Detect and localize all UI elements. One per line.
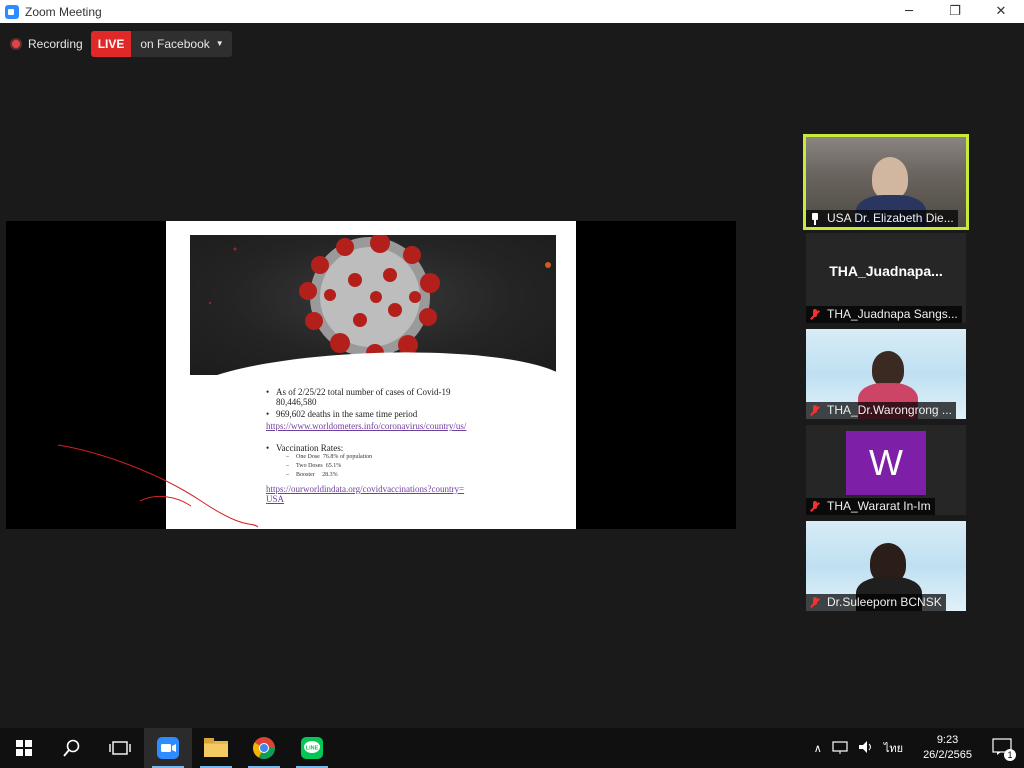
window-controls: ─ ❐ ✕ bbox=[886, 0, 1024, 23]
participant-name: THA_Juadnapa Sangs... bbox=[827, 307, 958, 321]
participant-name-bar: THA_Dr.Warongrong ... bbox=[806, 402, 956, 419]
taskbar-file-explorer[interactable] bbox=[192, 728, 240, 768]
bullet-deaths: • 969,602 deaths in the same time period bbox=[266, 409, 418, 419]
mic-muted-icon bbox=[809, 404, 821, 417]
restore-button[interactable]: ❐ bbox=[932, 0, 978, 23]
mic-muted-icon bbox=[809, 308, 821, 321]
task-view-button[interactable] bbox=[96, 728, 144, 768]
shared-screen: • As of 2/25/22 total number of cases of … bbox=[6, 221, 736, 529]
participant-name-bar: THA_Wararat In-Im bbox=[806, 498, 935, 515]
ourworldindata-link-cont[interactable]: USA bbox=[266, 494, 566, 504]
participant-tile-warongrong[interactable]: THA_Dr.Warongrong ... bbox=[806, 329, 966, 419]
participant-avatar: W bbox=[846, 431, 926, 495]
line-app-icon: LINE bbox=[301, 737, 323, 759]
participant-tile-elizabeth[interactable]: USA Dr. Elizabeth Die... bbox=[803, 134, 969, 230]
caret-down-icon: ▼ bbox=[215, 39, 224, 48]
ourworldindata-link[interactable]: https://ourworldindata.org/covidvaccinat… bbox=[266, 484, 566, 494]
vacc-booster: – Booster 28.3% bbox=[286, 472, 338, 478]
system-tray: ∧ ไทย 9:23 26/2/2565 1 bbox=[809, 728, 1024, 768]
window-title: Zoom Meeting bbox=[25, 4, 102, 19]
participant-tile-juadnapa[interactable]: THA_Juadnapa... THA_Juadnapa Sangs... bbox=[806, 233, 966, 323]
taskbar-chrome[interactable] bbox=[240, 728, 288, 768]
windows-taskbar: LINE ∧ ไทย 9:23 26/2/2565 1 bbox=[0, 728, 1024, 768]
taskbar-line[interactable]: LINE bbox=[288, 728, 336, 768]
notification-count-badge: 1 bbox=[1004, 748, 1016, 761]
recording-icon[interactable] bbox=[10, 38, 22, 50]
zoom-icon bbox=[157, 737, 179, 759]
clock-time: 9:23 bbox=[936, 734, 959, 746]
participant-name-bar: USA Dr. Elizabeth Die... bbox=[806, 210, 958, 227]
notification-center-icon[interactable]: 1 bbox=[992, 737, 1016, 761]
participant-video bbox=[872, 351, 904, 387]
minimize-button[interactable]: ─ bbox=[886, 0, 932, 23]
participant-tile-wararat[interactable]: W THA_Wararat In-Im bbox=[806, 425, 966, 515]
taskbar-clock[interactable]: 9:23 26/2/2565 bbox=[918, 733, 977, 763]
svg-text:LINE: LINE bbox=[306, 746, 319, 752]
search-button[interactable] bbox=[48, 728, 96, 768]
bullet-vaccination: • Vaccination Rates: bbox=[266, 443, 344, 453]
bullet-cases: • As of 2/25/22 total number of cases of … bbox=[266, 387, 451, 397]
recording-bar: Recording LIVE on Facebook ▼ bbox=[6, 31, 232, 57]
network-icon[interactable] bbox=[832, 740, 848, 757]
clock-date: 26/2/2565 bbox=[923, 749, 972, 761]
participant-name: Dr.Suleeporn BCNSK bbox=[827, 595, 942, 609]
folder-icon bbox=[204, 738, 228, 757]
chrome-icon bbox=[253, 737, 275, 759]
slide-text: • As of 2/25/22 total number of cases of … bbox=[266, 387, 566, 504]
task-view-icon bbox=[109, 741, 131, 755]
mic-muted-icon bbox=[809, 500, 821, 513]
live-target-label: on Facebook bbox=[140, 37, 210, 51]
cases-count: 80,446,580 bbox=[276, 397, 317, 407]
recording-label: Recording bbox=[28, 37, 83, 51]
search-icon bbox=[63, 739, 80, 757]
participant-name: THA_Dr.Warongrong ... bbox=[827, 403, 952, 417]
worldometers-link[interactable]: https://www.worldometers.info/coronaviru… bbox=[266, 421, 566, 431]
start-button[interactable] bbox=[0, 728, 48, 768]
mic-muted-icon bbox=[809, 596, 821, 609]
title-bar: Zoom Meeting ─ ❐ ✕ bbox=[0, 0, 1024, 23]
taskbar-zoom[interactable] bbox=[144, 728, 192, 768]
vacc-two-doses: – Two Doses 65.1% bbox=[286, 463, 342, 469]
show-hidden-icons-chevron[interactable]: ∧ bbox=[814, 742, 822, 755]
input-language[interactable]: ไทย bbox=[884, 739, 903, 757]
windows-logo-icon bbox=[16, 740, 32, 756]
participant-name: USA Dr. Elizabeth Die... bbox=[827, 211, 954, 225]
vacc-one-dose: – One Dose 76.8% of population bbox=[286, 454, 372, 460]
zoom-app-icon bbox=[5, 4, 19, 19]
annotation-drawing bbox=[57, 444, 259, 528]
participant-name: THA_Wararat In-Im bbox=[827, 499, 931, 513]
close-button[interactable]: ✕ bbox=[978, 0, 1024, 23]
participant-name-bar: Dr.Suleeporn BCNSK bbox=[806, 594, 946, 611]
live-badge: LIVE bbox=[90, 31, 132, 57]
pin-icon bbox=[809, 212, 821, 225]
live-stream-dropdown[interactable]: on Facebook ▼ bbox=[131, 31, 232, 57]
participant-video bbox=[872, 157, 908, 199]
participant-name-bar: THA_Juadnapa Sangs... bbox=[806, 306, 962, 323]
participant-tile-suleeporn[interactable]: Dr.Suleeporn BCNSK bbox=[806, 521, 966, 611]
participant-display-name: THA_Juadnapa... bbox=[829, 263, 943, 279]
volume-icon[interactable] bbox=[858, 740, 874, 757]
